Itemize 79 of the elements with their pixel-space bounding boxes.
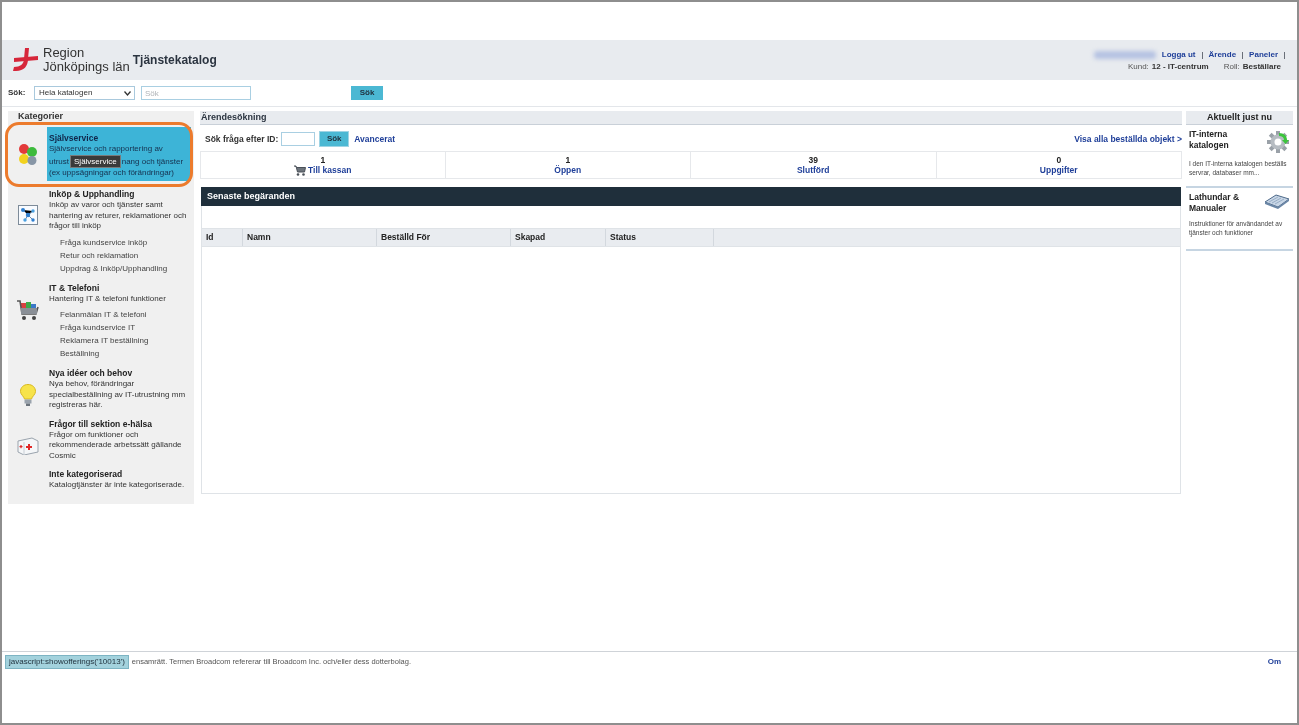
stat-link[interactable]: Uppgifter: [1039, 164, 1078, 176]
category-description: Inköp av varor och tjänster samt hantering av returer, reklamationer och frågor till inköp: [49, 200, 187, 230]
stat-count: 0: [1056, 154, 1062, 165]
id-label: Sök fråga efter ID:: [205, 132, 279, 146]
category-item[interactable]: Inköp & Upphandling Inköp av varor och tjänster samt hantering av returer, reklamationer och frågor till inköp: [47, 189, 191, 232]
logo-icon: [12, 48, 38, 72]
column-header: Namn: [243, 229, 377, 246]
logo-text: Region: [43, 46, 86, 60]
category-title: Självservice: [49, 133, 100, 144]
advanced-link[interactable]: Avancerat: [354, 132, 395, 146]
category-title: Nya idéer och behov: [49, 368, 134, 379]
card-title: Lathundar & Manualer: [1189, 192, 1241, 214]
category-title: Frågor till sektion e-hälsa: [49, 418, 153, 429]
subcategory-link[interactable]: Uppdrag & Inköp/Upphandling: [60, 261, 168, 275]
category-description: Hantering IT & telefoni funktioner: [49, 293, 166, 303]
category-title: Inköp & Upphandling: [49, 189, 136, 200]
sidebar-title: Kategorier: [17, 111, 64, 123]
role-label: Roll:: [1223, 62, 1240, 72]
category-description: nang och tjänster: [121, 156, 184, 166]
category-description: utrust: [49, 156, 69, 166]
column-header: Id: [202, 229, 243, 246]
column-header: Beställd För: [377, 229, 511, 246]
subcategory-link[interactable]: Felanmälan IT & telefoni: [60, 308, 147, 321]
search-button[interactable]: Sök: [351, 86, 383, 100]
stat-link[interactable]: Slutförd: [796, 164, 830, 176]
book-icon: [1264, 193, 1290, 209]
panel-title: Aktuellt just nu: [1186, 111, 1293, 125]
tooltip: Självservice: [70, 154, 121, 168]
stat-link[interactable]: Till kassan: [308, 164, 352, 176]
customer-value: 12 - IT-centrum: [1151, 62, 1209, 72]
subcategory-link[interactable]: Fråga kundservice IT: [60, 321, 136, 334]
subcategory-link[interactable]: Fråga kundservice inköp: [60, 235, 148, 249]
scope-select[interactable]: Hela katalogen: [34, 86, 135, 100]
category-description: (ex uppsägningar och förändringar): [49, 167, 174, 177]
subcategory-link[interactable]: Reklamera IT beställning: [60, 334, 149, 347]
view-all-link[interactable]: Visa alla beställda objekt >: [1074, 132, 1182, 146]
shopping-cart-icon: [294, 164, 307, 176]
category-item[interactable]: Nya idéer och behov Nya behov, förändringar specialbeställning av IT-utrustning mm registreras här.: [47, 368, 191, 411]
colored-balls-icon: [17, 143, 38, 165]
header-link[interactable]: Ärende: [1208, 50, 1237, 60]
app-title: Tjänstekatalog: [132, 52, 217, 69]
blurred-area: [1093, 51, 1156, 59]
id-search-button[interactable]: Sök: [319, 131, 350, 147]
stat-count: 1: [565, 154, 571, 165]
search-field[interactable]: Sök: [141, 86, 251, 100]
id-field[interactable]: [281, 132, 316, 146]
search-label: Sök:: [8, 87, 27, 99]
card-title: IT-interna katalogen: [1189, 129, 1230, 151]
category-item[interactable]: IT & Telefoni Hantering IT & telefoni funktioner: [47, 282, 191, 304]
customer-label: Kund:: [1127, 62, 1149, 72]
category-description: Katalogtjänster är inte kategoriserade.: [49, 480, 185, 489]
section-header: Senaste begäranden: [201, 187, 1181, 206]
light-bulb-icon: [19, 384, 36, 406]
status-url: javascript:showofferings('10013'): [5, 655, 129, 669]
subcategory-link[interactable]: Beställning: [60, 347, 100, 360]
category-title: IT & Telefoni: [49, 282, 101, 294]
category-item[interactable]: Inte kategoriserad Katalogtjänster är inte kategoriserade.: [47, 469, 191, 491]
category-title: Inte kategoriserad: [49, 469, 124, 480]
role-value: Beställare: [1242, 62, 1281, 72]
category-description: Frågor om funktioner och rekommenderade arbetssätt gällande Cosmic: [49, 429, 182, 460]
header-link[interactable]: Paneler: [1249, 50, 1278, 60]
column-header: Skapad: [511, 229, 606, 246]
network-diagram-icon: [17, 205, 38, 225]
section-title: Ärendesökning: [200, 111, 1182, 125]
about-link[interactable]: Om: [1267, 655, 1281, 669]
first-aid-kit-icon: [16, 434, 39, 455]
subcategory-link[interactable]: Retur och reklamation: [60, 248, 139, 262]
category-item[interactable]: Frågor till sektion e-hälsa Frågor om funktioner och rekommenderade arbetssätt gällande Cosmic: [47, 418, 191, 461]
caret-icon: [124, 90, 131, 96]
stat-link[interactable]: Öppen: [554, 164, 582, 176]
category-description: Självservice och rapportering av: [49, 144, 163, 153]
stat-count: 1: [320, 154, 326, 165]
category-description: Nya behov, förändringar specialbeställning av IT-utrustning mm registreras här.: [49, 379, 186, 409]
column-header: Status: [606, 229, 714, 246]
header-link[interactable]: Logga ut: [1161, 50, 1196, 60]
logo-text: Jönköpings län: [43, 60, 130, 74]
stat-count: 39: [808, 154, 818, 165]
category-item[interactable]: Självservice Självservice och rapportering av utrust Självservice nang och tjänster (ex uppsägningar och förändringar): [47, 127, 191, 181]
shopping-cart-icon: [16, 298, 39, 321]
